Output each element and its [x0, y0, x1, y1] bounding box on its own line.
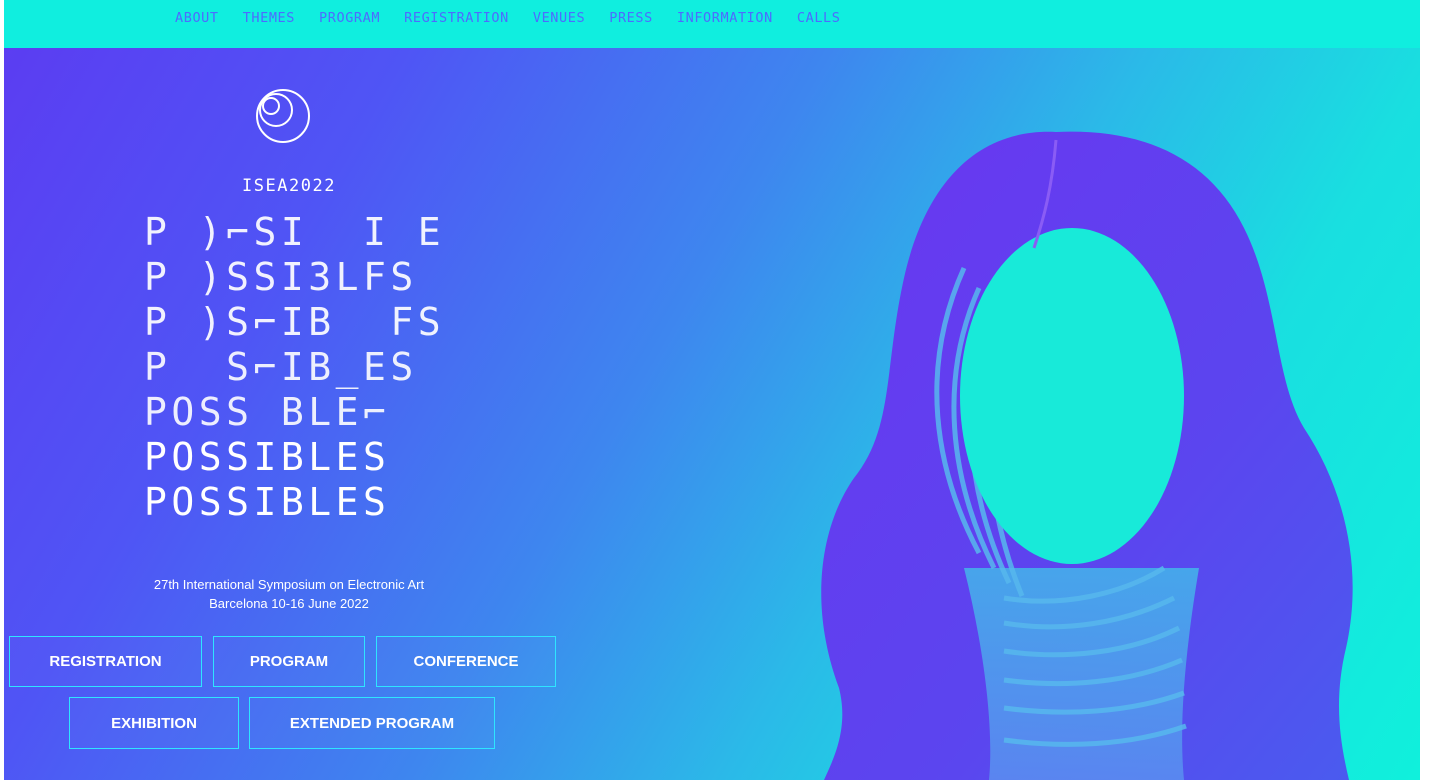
possibles-line-5: POSS BLE⌐ [144, 390, 391, 434]
nav-item-venues[interactable]: VENUES [533, 10, 585, 26]
exhibition-button[interactable]: EXHIBITION [69, 697, 239, 749]
program-button[interactable]: PROGRAM [213, 636, 365, 687]
top-navigation: ABOUT THEMES PROGRAM REGISTRATION VENUES… [4, 0, 1420, 48]
nav-item-program[interactable]: PROGRAM [319, 10, 380, 26]
nav-item-themes[interactable]: THEMES [243, 10, 295, 26]
possibles-line-6: POSSIBLES [144, 435, 391, 479]
event-name-heading: ISEA2022 [242, 176, 336, 196]
registration-button[interactable]: REGISTRATION [9, 636, 202, 687]
nav-menu: ABOUT THEMES PROGRAM REGISTRATION VENUES… [175, 10, 865, 26]
nav-item-registration[interactable]: REGISTRATION [404, 10, 509, 26]
possibles-line-2: P )SSI3LFS [144, 255, 418, 299]
face-void-shape [960, 228, 1184, 564]
subtitle-dates: Barcelona 10-16 June 2022 [209, 596, 369, 611]
nav-item-about[interactable]: ABOUT [175, 10, 219, 26]
hero-banner: ISEA2022 P )⌐SI I E P )SSI3LFS P )S⌐IB F… [4, 48, 1420, 780]
nav-item-press[interactable]: PRESS [609, 10, 653, 26]
subtitle-symposium: 27th International Symposium on Electron… [153, 577, 425, 592]
nav-item-information[interactable]: INFORMATION [677, 10, 773, 26]
spiral-circles-logo-icon[interactable] [252, 88, 312, 148]
possibles-wordmark: P )⌐SI I E P )SSI3LFS P )S⌐IB FS P S⌐IB_… [144, 210, 444, 525]
extended-program-button[interactable]: EXTENDED PROGRAM [249, 697, 495, 749]
nav-item-calls[interactable]: CALLS [797, 10, 841, 26]
possibles-line-3: P )S⌐IB FS [144, 300, 446, 344]
page: ABOUT THEMES PROGRAM REGISTRATION VENUES… [0, 0, 1429, 780]
page-edge [1420, 0, 1429, 780]
possibles-line-1: P )⌐SI I E [144, 210, 446, 254]
possibles-line-4: P S⌐IB_ES [144, 345, 418, 389]
conference-button[interactable]: CONFERENCE [376, 636, 556, 687]
event-subtitle: 27th International Symposium on Electron… [84, 575, 494, 613]
possibles-line-7: POSSIBLES [144, 480, 391, 524]
